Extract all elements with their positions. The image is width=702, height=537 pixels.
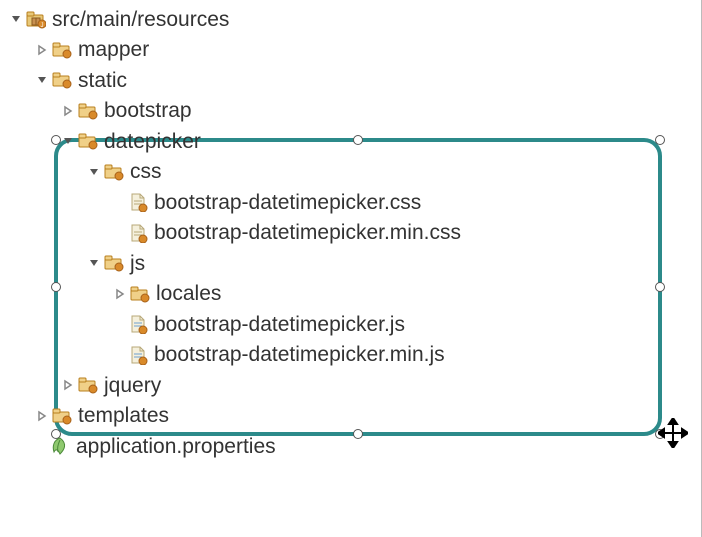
tree-node-locales[interactable]: locales (8, 279, 702, 310)
expand-toggle-icon[interactable] (60, 377, 76, 393)
folder-icon (104, 253, 124, 273)
tree-node-label: js (130, 253, 145, 274)
tree-node-label: jquery (104, 375, 161, 396)
project-tree[interactable]: J src/main/resources mapper (0, 0, 702, 462)
tree-node-js[interactable]: js (8, 248, 702, 279)
tree-node-label: templates (78, 405, 169, 426)
expand-toggle-icon[interactable] (60, 133, 76, 149)
tree-node-jquery[interactable]: jquery (8, 370, 702, 401)
tree-node-label: bootstrap-datetimepicker.min.js (154, 344, 445, 365)
svg-text:J: J (41, 23, 44, 29)
tree-node-label: bootstrap-datetimepicker.css (154, 192, 421, 213)
tree-node-mapper[interactable]: mapper (8, 35, 702, 66)
tree-node-templates[interactable]: templates (8, 401, 702, 432)
tree-node-label: src/main/resources (52, 9, 229, 30)
folder-icon (78, 101, 98, 121)
file-icon (128, 192, 148, 212)
tree-node-datepicker[interactable]: datepicker (8, 126, 702, 157)
tree-node-file[interactable]: bootstrap-datetimepicker.min.css (8, 218, 702, 249)
tree-node-static[interactable]: static (8, 65, 702, 96)
tree-node-file[interactable]: bootstrap-datetimepicker.css (8, 187, 702, 218)
expand-toggle-icon[interactable] (34, 72, 50, 88)
file-icon (128, 223, 148, 243)
tree-node-label: application.properties (76, 436, 276, 457)
tree-node-label: bootstrap-datetimepicker.js (154, 314, 405, 335)
folder-icon (78, 131, 98, 151)
folder-icon (52, 70, 72, 90)
expand-toggle-icon[interactable] (112, 286, 128, 302)
expand-toggle-icon[interactable] (8, 11, 24, 27)
tree-node-label: static (78, 70, 127, 91)
file-icon (128, 345, 148, 365)
tree-node-label: datepicker (104, 131, 201, 152)
expand-toggle-icon[interactable] (34, 408, 50, 424)
package-folder-icon: J (26, 9, 46, 29)
tree-node-bootstrap[interactable]: bootstrap (8, 96, 702, 127)
expand-toggle-icon[interactable] (86, 255, 102, 271)
folder-icon (104, 162, 124, 182)
tree-node-resources[interactable]: J src/main/resources (8, 4, 702, 35)
folder-icon (52, 406, 72, 426)
tree-node-css[interactable]: css (8, 157, 702, 188)
leaf-file-icon (50, 436, 70, 456)
folder-icon (52, 40, 72, 60)
tree-node-label: bootstrap-datetimepicker.min.css (154, 222, 461, 243)
expand-toggle-icon[interactable] (60, 103, 76, 119)
file-icon (128, 314, 148, 334)
expand-toggle-icon[interactable] (34, 42, 50, 58)
tree-node-appprops[interactable]: application.properties (8, 431, 702, 462)
folder-icon (130, 284, 150, 304)
tree-node-file[interactable]: bootstrap-datetimepicker.min.js (8, 340, 702, 371)
folder-icon (78, 375, 98, 395)
tree-node-label: mapper (78, 39, 149, 60)
tree-node-label: css (130, 161, 162, 182)
tree-node-file[interactable]: bootstrap-datetimepicker.js (8, 309, 702, 340)
tree-node-label: locales (156, 283, 221, 304)
expand-toggle-icon[interactable] (86, 164, 102, 180)
tree-node-label: bootstrap (104, 100, 192, 121)
